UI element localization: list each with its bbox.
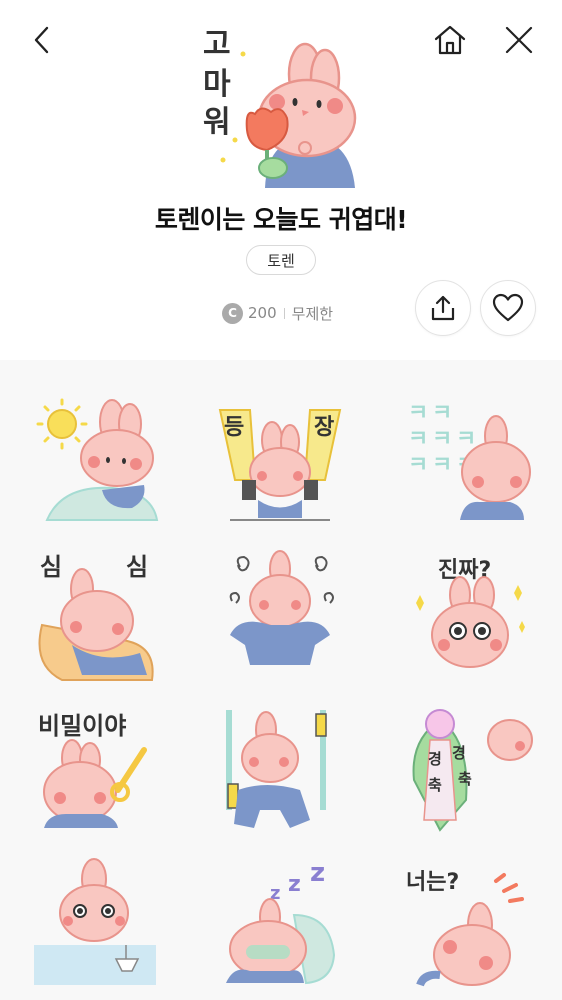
home-icon [434,25,466,55]
price-value: 200 [248,304,277,322]
sticker-congrats-text-1: 경 [428,750,442,768]
close-button[interactable] [498,20,540,60]
share-icon [431,295,455,321]
sticker-debut-text-1: 등 [224,415,244,440]
divider [283,307,285,319]
sticker-sun[interactable] [22,390,162,530]
sticker-glowsticks[interactable] [210,700,350,840]
hero-text-1: 고 [203,27,231,62]
sticker-laugh-text-4: ㅋ [432,427,452,452]
sticker-laugh[interactable]: ㅋ ㅋ ㅋ ㅋ ㅋ ㅋ ㅋ ㅋ ㅋ ㅋ [400,390,540,530]
pack-title: 토렌이는 오늘도 귀엽대! [154,205,408,234]
duration-label: 무제한 [291,304,334,323]
sticker-you-text: 너는? [406,870,459,895]
sticker-sleeping[interactable]: z z z [210,855,350,995]
sticker-dizzy[interactable] [210,545,350,685]
sticker-laugh-text-5: ㅋ [456,427,476,452]
sticker-sleeping-text-3: z [310,858,325,888]
sticker-congrats[interactable]: 경 축 경 축 [400,700,540,840]
sticker-congrats-text-2: 축 [428,776,442,794]
price-info: C 200 무제한 [222,300,333,326]
sticker-bored[interactable]: 심 심 [22,545,162,685]
pack-thumbnail: 고 마 워 [195,20,365,188]
sticker-laugh-text-2: ㅋ [432,401,452,426]
sticker-laugh-text-1: ㅋ [408,401,428,426]
heart-icon [492,293,524,322]
share-button[interactable] [415,280,471,336]
sticker-laugh-text-3: ㅋ [408,427,428,452]
close-icon [505,26,533,54]
sticker-debut[interactable]: 등 장 [210,390,350,530]
sticker-you[interactable]: 너는? [400,855,540,995]
sticker-sleeping-text-2: z [288,872,301,897]
sticker-secret[interactable]: 비밀이야 [22,700,162,840]
sticker-crying[interactable] [22,855,162,995]
sticker-congrats-text-4: 축 [458,770,472,788]
back-button[interactable] [22,20,62,60]
sticker-congrats-text-3: 경 [452,744,466,762]
hero-text-3: 워 [203,105,231,140]
home-button[interactable] [428,20,472,60]
sticker-grid: 등 장 ㅋ ㅋ ㅋ ㅋ ㅋ ㅋ ㅋ ㅋ ㅋ ㅋ [0,360,562,1000]
sticker-laugh-text-7: ㅋ [432,453,452,478]
chevron-left-icon [34,26,49,54]
sticker-secret-text: 비밀이야 [38,712,126,740]
sticker-really[interactable]: 진짜? [400,545,540,685]
hero-text-2: 마 [203,67,231,102]
sticker-bored-text-1: 심 [40,553,62,581]
sticker-bored-text-2: 심 [126,553,148,581]
author-chip[interactable]: 토렌 [246,245,316,275]
sticker-debut-text-2: 장 [314,415,334,440]
like-button[interactable] [480,280,536,336]
coin-icon: C [222,302,243,324]
sticker-laugh-text-6: ㅋ [408,453,428,478]
